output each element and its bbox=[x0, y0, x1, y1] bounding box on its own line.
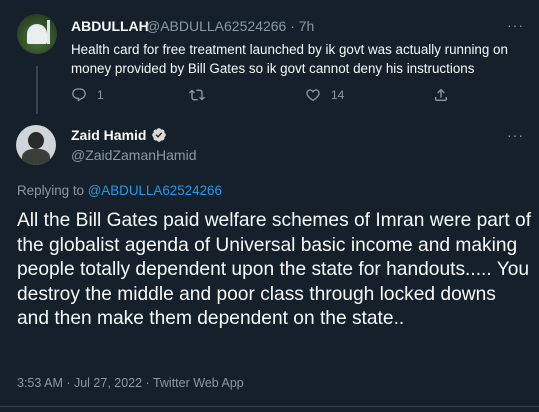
author-name[interactable]: Zaid Hamid bbox=[71, 127, 146, 143]
tweet-text: All the Bill Gates paid welfare schemes … bbox=[17, 210, 532, 329]
reply-button[interactable]: 1 bbox=[71, 87, 104, 103]
share-button[interactable] bbox=[433, 87, 449, 103]
divider bbox=[0, 406, 539, 407]
avatar-abdullah[interactable] bbox=[17, 14, 57, 54]
replying-prefix: Replying to bbox=[17, 183, 88, 198]
more-icon[interactable]: ··· bbox=[507, 17, 524, 33]
like-count: 14 bbox=[331, 88, 345, 102]
reply-count: 1 bbox=[97, 88, 104, 102]
share-icon bbox=[435, 88, 447, 101]
retweet-button[interactable] bbox=[189, 87, 215, 103]
thread-connector-line bbox=[36, 66, 38, 114]
verified-badge-icon bbox=[152, 128, 167, 142]
replying-handle-link[interactable]: @ABDULLA62524266 bbox=[88, 183, 222, 198]
retweet-icon bbox=[189, 89, 205, 101]
more-icon[interactable]: ··· bbox=[507, 127, 524, 143]
replying-to: Replying to @ABDULLA62524266 bbox=[17, 183, 222, 198]
author-name[interactable]: ABDULLAH bbox=[71, 18, 149, 34]
author-name-row[interactable]: Zaid Hamid bbox=[71, 127, 167, 143]
avatar-zaid-hamid[interactable] bbox=[16, 125, 56, 165]
author-handle[interactable]: @ZaidZamanHamid bbox=[71, 147, 196, 163]
tweet-text: Health card for free treatment launched … bbox=[71, 42, 508, 76]
reply-icon bbox=[72, 88, 86, 102]
tweet-meta[interactable]: 3:53 AM · Jul 27, 2022 · Twitter Web App bbox=[17, 376, 244, 390]
like-icon bbox=[306, 89, 320, 102]
author-handle-time[interactable]: @ABDULLA62524266 · 7h bbox=[146, 18, 314, 34]
like-button[interactable]: 14 bbox=[305, 87, 344, 103]
